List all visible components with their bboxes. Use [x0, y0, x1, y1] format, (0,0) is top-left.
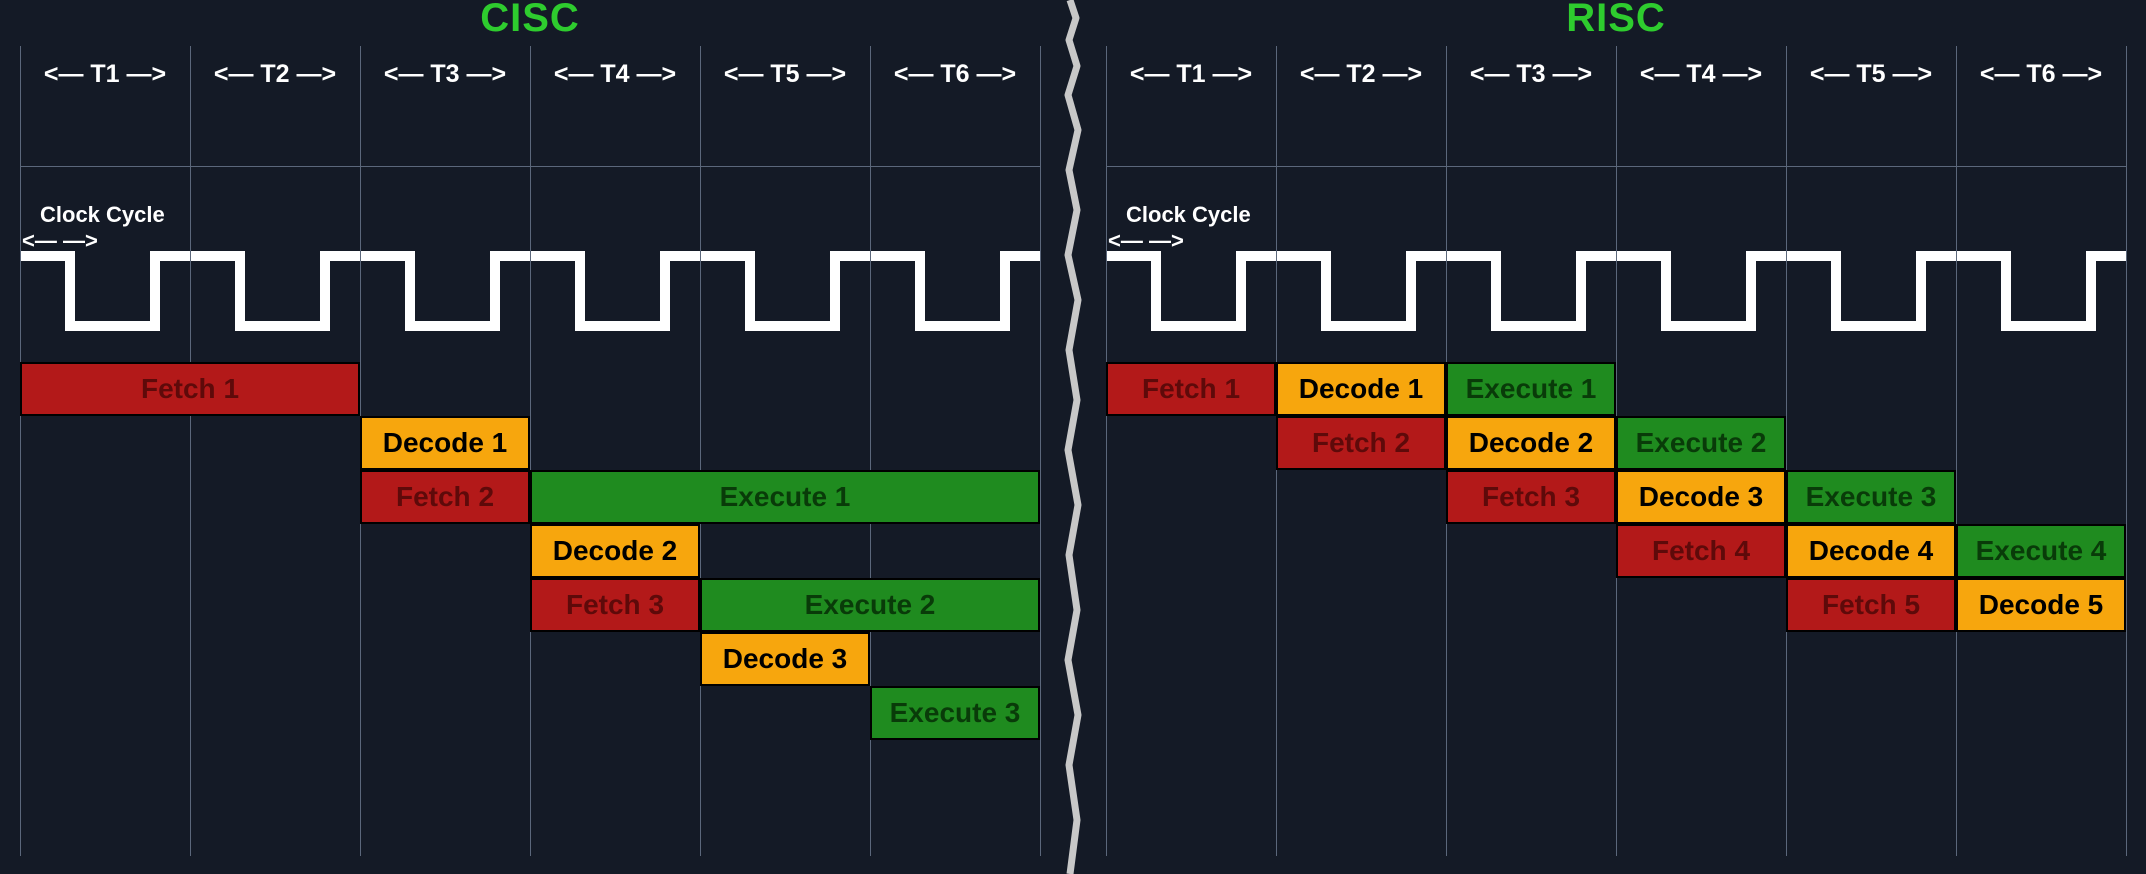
pipeline-stage-fetch: Fetch 2: [360, 470, 530, 524]
pipeline-stage-decode: Decode 1: [360, 416, 530, 470]
pipeline-stage-decode: Decode 2: [1446, 416, 1616, 470]
torn-edge-icon: [1060, 0, 1086, 874]
cisc-panel: CISC Clock Cycle <— —> <— T1 —><— T2 —><…: [0, 0, 1060, 874]
pipeline-stage-decode: Decode 2: [530, 524, 700, 578]
pipeline-stage-fetch: Fetch 1: [1106, 362, 1276, 416]
grid-line: [2126, 46, 2127, 856]
time-slot-label: <— T5 —>: [1786, 60, 1956, 89]
panel-divider: [1060, 0, 1086, 874]
grid-line: [190, 46, 191, 856]
pipeline-stage-execute: Execute 4: [1956, 524, 2126, 578]
pipeline-stage-decode: Decode 4: [1786, 524, 1956, 578]
time-slot-label: <— T5 —>: [700, 60, 870, 89]
pipeline-stage-decode: Decode 3: [700, 632, 870, 686]
grid-line: [1040, 46, 1041, 856]
pipeline-stage-decode: Decode 3: [1616, 470, 1786, 524]
time-slot-label: <— T4 —>: [1616, 60, 1786, 89]
pipeline-stage-fetch: Fetch 5: [1786, 578, 1956, 632]
grid-line: [1106, 46, 1107, 856]
time-slot-label: <— T1 —>: [1106, 60, 1276, 89]
pipeline-stage-fetch: Fetch 3: [530, 578, 700, 632]
pipeline-stage-execute: Execute 1: [530, 470, 1040, 524]
pipeline-stage-fetch: Fetch 2: [1276, 416, 1446, 470]
pipeline-stage-execute: Execute 2: [1616, 416, 1786, 470]
time-slot-label: <— T3 —>: [1446, 60, 1616, 89]
pipeline-stage-execute: Execute 3: [1786, 470, 1956, 524]
time-slot-label: <— T6 —>: [870, 60, 1040, 89]
pipeline-stage-execute: Execute 1: [1446, 362, 1616, 416]
pipeline-stage-fetch: Fetch 3: [1446, 470, 1616, 524]
time-slot-label: <— T4 —>: [530, 60, 700, 89]
grid-line: [20, 46, 21, 856]
time-slot-label: <— T3 —>: [360, 60, 530, 89]
pipeline-stage-execute: Execute 3: [870, 686, 1040, 740]
time-slot-label: <— T2 —>: [1276, 60, 1446, 89]
diagram-root: CISC Clock Cycle <— —> <— T1 —><— T2 —><…: [0, 0, 2146, 874]
risc-grid: Clock Cycle <— —> <— T1 —><— T2 —><— T3 …: [1106, 46, 2126, 856]
risc-title: RISC: [1086, 0, 2146, 41]
grid-line: [700, 46, 701, 856]
pipeline-stage-decode: Decode 1: [1276, 362, 1446, 416]
grid-line: [530, 46, 531, 856]
time-slot-label: <— T2 —>: [190, 60, 360, 89]
risc-panel: RISC Clock Cycle <— —> <— T1 —><— T2 —><…: [1086, 0, 2146, 874]
cisc-grid: Clock Cycle <— —> <— T1 —><— T2 —><— T3 …: [20, 46, 1040, 856]
pipeline-stage-fetch: Fetch 4: [1616, 524, 1786, 578]
grid-line: [1956, 46, 1957, 856]
pipeline-stage-execute: Execute 2: [700, 578, 1040, 632]
cisc-title: CISC: [0, 0, 1060, 41]
clock-cycle-label: Clock Cycle: [40, 202, 165, 228]
grid-line: [1786, 46, 1787, 856]
pipeline-stage-fetch: Fetch 1: [20, 362, 360, 416]
clock-cycle-label: Clock Cycle: [1126, 202, 1251, 228]
time-slot-label: <— T1 —>: [20, 60, 190, 89]
time-slot-label: <— T6 —>: [1956, 60, 2126, 89]
pipeline-stage-decode: Decode 5: [1956, 578, 2126, 632]
